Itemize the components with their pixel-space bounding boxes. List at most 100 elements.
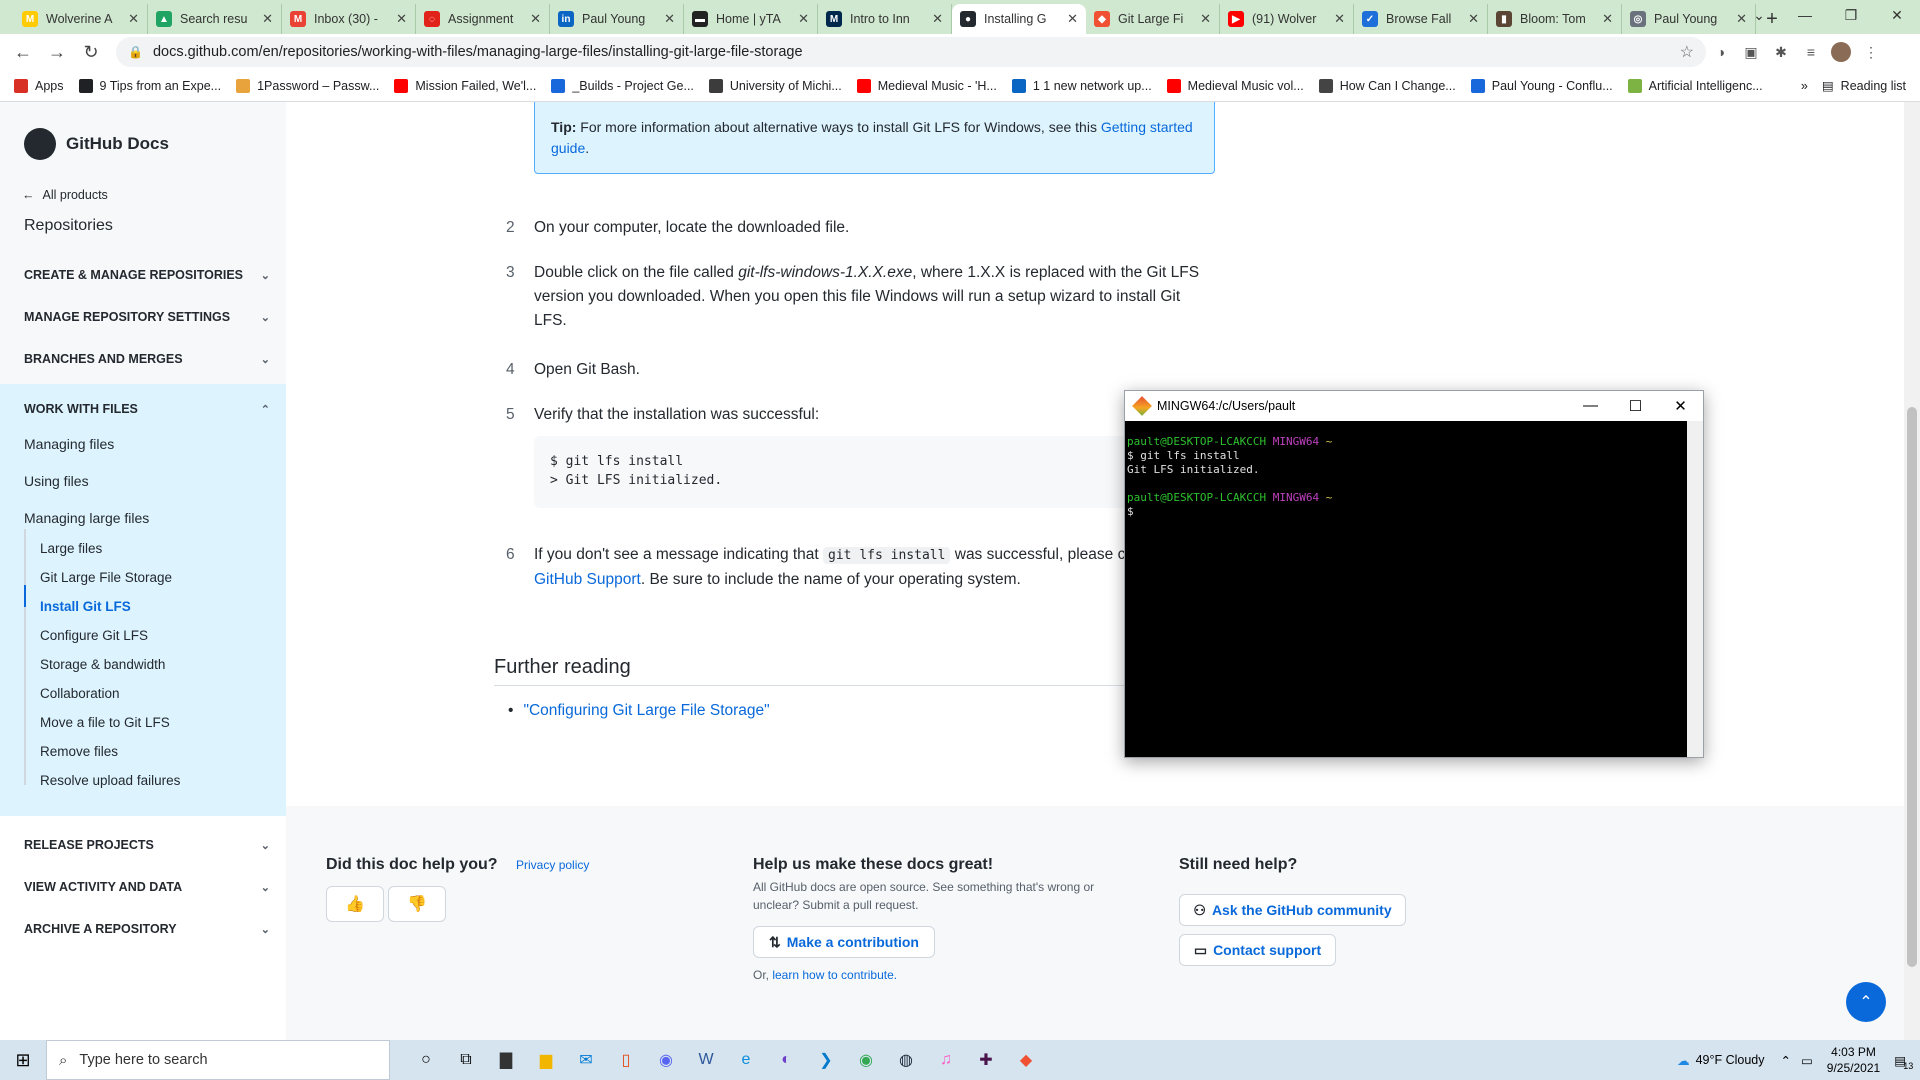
browser-tab[interactable]: M Inbox (30) - ✕ — [282, 4, 416, 34]
contact-support-button[interactable]: ▭ Contact support — [1179, 934, 1336, 966]
sidebar-subitem[interactable]: Storage & bandwidth — [40, 657, 165, 672]
tab-close-icon[interactable]: ✕ — [798, 11, 809, 27]
tab-close-icon[interactable]: ✕ — [932, 11, 943, 27]
bookmark-item[interactable]: Artificial Intelligenc... — [1627, 78, 1763, 93]
tab-close-icon[interactable]: ✕ — [1602, 11, 1613, 27]
chrome-taskbar-icon[interactable]: ◉ — [846, 1040, 886, 1080]
bookmark-item[interactable]: 1 1 new network up... — [1011, 78, 1152, 93]
sidebar-section-work-with-files[interactable]: WORK WITH FILES ⌃ — [24, 402, 270, 416]
all-products-link[interactable]: ← All products — [22, 188, 108, 202]
code-block[interactable]: $ git lfs install > Git LFS initialized. — [534, 436, 1134, 508]
browser-tab[interactable]: ◆ Git Large Fi ✕ — [1086, 4, 1220, 34]
sidebar-subitem[interactable]: Remove files — [40, 744, 118, 759]
sidebar-subitem[interactable]: Large files — [40, 541, 102, 556]
sidebar-title[interactable]: Repositories — [24, 217, 113, 235]
extension-icon[interactable]: ▣ — [1736, 37, 1766, 67]
profile-avatar[interactable] — [1826, 37, 1856, 67]
browser-tab[interactable]: M Intro to Inn ✕ — [818, 4, 952, 34]
bookmark-item[interactable]: Mission Failed, We'l... — [394, 78, 536, 93]
browser-tab[interactable]: ● Installing G ✕ — [952, 4, 1086, 34]
store-taskbar-icon[interactable]: ▇ — [486, 1040, 526, 1080]
sidebar-subitem[interactable]: Install Git LFS — [40, 599, 131, 614]
tab-search-icon[interactable]: ⌄ — [1736, 0, 1782, 30]
taskbar-search[interactable]: ⌕ Type here to search — [46, 1040, 390, 1080]
forward-button[interactable]: → — [40, 37, 74, 67]
thumbs-down-button[interactable]: 👎 — [388, 886, 446, 922]
browser-tab[interactable]: ▲ Search resu ✕ — [148, 4, 282, 34]
sidebar-section[interactable]: VIEW ACTIVITY AND DATA ⌄ — [24, 880, 270, 894]
close-button[interactable]: ✕ — [1658, 397, 1703, 415]
tab-close-icon[interactable]: ✕ — [396, 11, 407, 27]
git-bash-window[interactable]: MINGW64:/c/Users/pault — ☐ ✕ pault@DESKT… — [1124, 390, 1704, 758]
minimize-button[interactable]: — — [1782, 0, 1828, 30]
tab-close-icon[interactable]: ✕ — [1200, 11, 1211, 27]
bookmark-item[interactable]: Medieval Music vol... — [1166, 78, 1304, 93]
address-bar[interactable]: 🔒 docs.github.com/en/repositories/workin… — [116, 37, 1706, 67]
browser-tab[interactable]: ✓ Browse Fall ✕ — [1354, 4, 1488, 34]
weather-text[interactable]: 49°F Cloudy — [1696, 1053, 1765, 1067]
configuring-git-lfs-link[interactable]: "Configuring Git Large File Storage" — [523, 702, 769, 719]
bookmark-item[interactable]: Paul Young - Conflu... — [1470, 78, 1613, 93]
tab-close-icon[interactable]: ✕ — [262, 11, 273, 27]
vscode-taskbar-icon[interactable]: ❯ — [806, 1040, 846, 1080]
maximize-button[interactable]: ☐ — [1613, 397, 1658, 415]
tab-close-icon[interactable]: ✕ — [1468, 11, 1479, 27]
extension-icon[interactable]: ◑ — [1706, 37, 1736, 67]
scroll-to-top-button[interactable]: ⌃ — [1846, 982, 1886, 1022]
start-button[interactable]: ⊞ — [0, 1040, 46, 1080]
git-gui-taskbar-icon[interactable]: ◆ — [1006, 1040, 1046, 1080]
back-button[interactable]: ← — [6, 37, 40, 67]
edge-taskbar-icon[interactable]: e — [726, 1040, 766, 1080]
slack-taskbar-icon[interactable]: ✚ — [966, 1040, 1006, 1080]
minimize-button[interactable]: — — [1568, 397, 1613, 415]
media-control-icon[interactable]: ≡ — [1796, 37, 1826, 67]
browser-tab[interactable]: ▶ (91) Wolver ✕ — [1220, 4, 1354, 34]
reload-button[interactable]: ↻ — [74, 37, 108, 67]
sidebar-subitem[interactable]: Configure Git LFS — [40, 628, 148, 643]
learn-how-to-contribute-link[interactable]: learn how to contribute. — [772, 968, 897, 982]
sidebar-section[interactable]: MANAGE REPOSITORY SETTINGS ⌄ — [24, 310, 270, 324]
file-explorer-taskbar-icon[interactable]: ▆ — [526, 1040, 566, 1080]
github-docs-logo[interactable]: GitHub Docs — [24, 128, 169, 160]
mail-taskbar-icon[interactable]: ✉ — [566, 1040, 606, 1080]
bookmark-item[interactable]: University of Michi... — [708, 78, 842, 93]
cortana-taskbar-icon[interactable]: ○ — [406, 1040, 446, 1080]
bookmark-item[interactable]: Medieval Music - 'H... — [856, 78, 997, 93]
browser-tab[interactable]: ◌ Assignment ✕ — [416, 4, 550, 34]
browser-tab[interactable]: in Paul Young ✕ — [550, 4, 684, 34]
steam-taskbar-icon[interactable]: ◍ — [886, 1040, 926, 1080]
terminal-scrollbar[interactable] — [1687, 421, 1703, 757]
battery-icon[interactable]: ▭ — [1801, 1053, 1813, 1068]
sidebar-subitem[interactable]: Git Large File Storage — [40, 570, 172, 585]
page-scrollbar[interactable] — [1904, 102, 1920, 1040]
tab-close-icon[interactable]: ✕ — [664, 11, 675, 27]
make-contribution-button[interactable]: ⇅ Make a contribution — [753, 926, 935, 958]
close-window-button[interactable]: ✕ — [1874, 0, 1920, 30]
browser-tab[interactable]: ▮ Bloom: Tom ✕ — [1488, 4, 1622, 34]
bookmark-item[interactable]: Apps — [14, 78, 64, 93]
tab-close-icon[interactable]: ✕ — [530, 11, 541, 27]
clock[interactable]: 4:03 PM 9/25/2021 — [1827, 1044, 1880, 1076]
github-desktop-taskbar-icon[interactable]: ◐ — [766, 1040, 806, 1080]
scrollbar-thumb[interactable] — [1907, 407, 1917, 967]
weather-icon[interactable]: ☁ — [1677, 1053, 1690, 1068]
word-taskbar-icon[interactable]: W — [686, 1040, 726, 1080]
sidebar-subitem[interactable]: Collaboration — [40, 686, 120, 701]
ask-community-button[interactable]: ⚇ Ask the GitHub community — [1179, 894, 1406, 926]
sidebar-subitem[interactable]: Resolve upload failures — [40, 773, 180, 788]
chrome-menu-icon[interactable]: ⋮ — [1856, 37, 1886, 67]
terminal-output[interactable]: pault@DESKTOP-LCAKCCH MINGW64 ~ $ git lfs… — [1125, 421, 1687, 757]
bookmarks-overflow-button[interactable]: » — [1801, 79, 1808, 93]
sidebar-section[interactable]: ARCHIVE A REPOSITORY ⌄ — [24, 922, 270, 936]
bookmark-item[interactable]: _Builds - Project Ge... — [551, 78, 694, 93]
reading-list-button[interactable]: ▤ Reading list — [1822, 78, 1906, 94]
extensions-puzzle-icon[interactable]: ✱ — [1766, 37, 1796, 67]
restore-button[interactable]: ❐ — [1828, 0, 1874, 30]
sidebar-section[interactable]: BRANCHES AND MERGES ⌄ — [24, 352, 270, 366]
discord-taskbar-icon[interactable]: ◉ — [646, 1040, 686, 1080]
browser-tab[interactable]: ▬ Home | yTA ✕ — [684, 4, 818, 34]
github-support-link[interactable]: GitHub Support — [534, 571, 641, 588]
privacy-policy-link[interactable]: Privacy policy — [516, 858, 589, 872]
sidebar-section[interactable]: CREATE & MANAGE REPOSITORIES ⌄ — [24, 268, 270, 282]
notifications-button[interactable]: ▤ 13 — [1894, 1053, 1913, 1071]
